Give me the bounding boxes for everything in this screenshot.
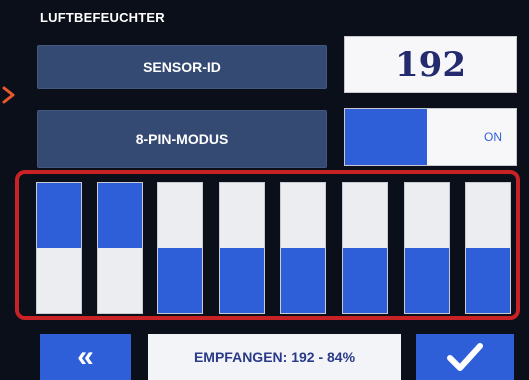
pin-fill [98, 183, 142, 248]
pin-fill [158, 248, 202, 313]
checkmark-icon [447, 343, 483, 371]
pin-6[interactable] [342, 182, 388, 314]
pin-fill [220, 248, 264, 313]
sensor-id-value[interactable]: 192 [344, 36, 517, 93]
double-chevron-left-icon: « [77, 340, 94, 373]
back-button[interactable]: « [40, 334, 131, 380]
app-title: LUFTBEFEUCHTER [40, 10, 165, 25]
arrow-right-icon [2, 86, 15, 104]
pin-fill [405, 248, 449, 313]
status-text: EMPFANGEN: 192 - 84% [148, 334, 401, 380]
pin-fill [37, 183, 81, 248]
pin-3[interactable] [157, 182, 203, 314]
pin-mode-toggle[interactable]: ON [344, 108, 517, 166]
sensor-id-label: SENSOR-ID [37, 45, 327, 89]
pin-2[interactable] [97, 182, 143, 314]
toggle-knob [345, 109, 427, 165]
pin-1[interactable] [36, 182, 82, 314]
pin-fill [281, 248, 325, 313]
pin-fill [343, 248, 387, 313]
pin-4[interactable] [219, 182, 265, 314]
confirm-button[interactable] [416, 334, 514, 380]
pin-7[interactable] [404, 182, 450, 314]
toggle-state: ON [484, 130, 502, 144]
pin-mode-label: 8-PIN-MODUS [37, 110, 327, 168]
pin-5[interactable] [280, 182, 326, 314]
pin-fill [466, 248, 510, 313]
pin-8[interactable] [465, 182, 511, 314]
